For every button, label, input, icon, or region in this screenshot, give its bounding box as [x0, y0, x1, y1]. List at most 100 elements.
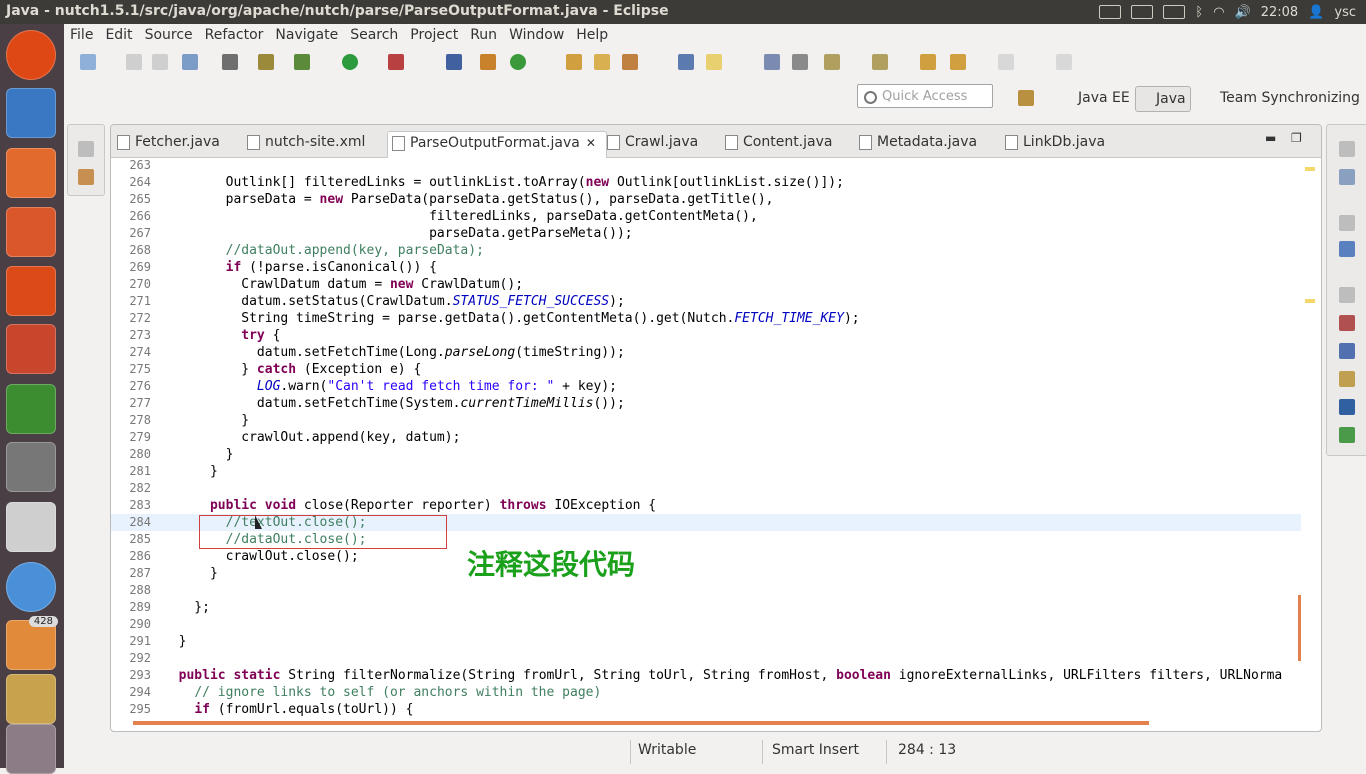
software-center-icon[interactable]: [6, 207, 56, 257]
forward-icon[interactable]: [998, 54, 1014, 70]
code-text[interactable]: crawlOut.close();: [163, 548, 359, 565]
debug-icon[interactable]: [294, 54, 310, 70]
code-line[interactable]: 291 }: [111, 633, 1301, 650]
whitespace-icon[interactable]: [792, 54, 808, 70]
save-icon[interactable]: [126, 54, 142, 70]
overview-marker[interactable]: [1305, 299, 1315, 303]
keyboard-icon[interactable]: [1099, 5, 1122, 19]
code-line[interactable]: 281 }: [111, 463, 1301, 480]
code-line[interactable]: 268 //dataOut.append(key, parseData);: [111, 242, 1301, 259]
code-text[interactable]: parseData.getParseMeta());: [163, 225, 633, 242]
code-line[interactable]: 264 Outlink[] filteredLinks = outlinkLis…: [111, 174, 1301, 191]
perspective-team-sync[interactable]: Team Synchronizing: [1200, 86, 1360, 110]
menu-file[interactable]: File: [64, 24, 99, 48]
tab-fetcher[interactable]: Fetcher.java: [113, 131, 220, 157]
code-line[interactable]: 294 // ignore links to self (or anchors …: [111, 684, 1301, 701]
bluetooth-icon[interactable]: ᛒ: [1195, 5, 1203, 20]
code-text[interactable]: public static String filterNormalize(Str…: [163, 667, 1283, 684]
overview-ruler[interactable]: [1299, 157, 1317, 717]
tab-linkdb[interactable]: LinkDb.java: [1001, 131, 1105, 157]
annotation-icon[interactable]: [678, 54, 694, 70]
open-folder-icon[interactable]: [594, 54, 610, 70]
restore-bottom-icon[interactable]: [1339, 287, 1355, 303]
code-line[interactable]: 276 LOG.warn("Can't read fetch time for:…: [111, 378, 1301, 395]
run-icon[interactable]: [342, 54, 358, 70]
battery-icon[interactable]: [1163, 5, 1186, 19]
chrome-icon[interactable]: [6, 562, 56, 612]
code-line[interactable]: 269 if (!parse.isCanonical()) {: [111, 259, 1301, 276]
package-explorer-icon[interactable]: [78, 169, 94, 185]
user-name[interactable]: ysc: [1334, 5, 1356, 20]
outline-icon[interactable]: [1339, 241, 1355, 257]
restore-icon[interactable]: [78, 141, 94, 157]
overview-marker[interactable]: [1305, 167, 1315, 171]
tab-metadata[interactable]: Metadata.java: [855, 131, 977, 157]
restore-outline2-icon[interactable]: [1339, 215, 1355, 231]
ubuntu-one-icon[interactable]: [6, 266, 56, 316]
code-text[interactable]: };: [163, 599, 210, 616]
menu-project[interactable]: Project: [404, 24, 464, 48]
text-editor-icon[interactable]: [6, 502, 56, 552]
open-perspective-icon[interactable]: [1018, 90, 1034, 106]
code-line[interactable]: 289 };: [111, 599, 1301, 616]
update-icon[interactable]: 428: [6, 616, 58, 670]
code-line[interactable]: 279 crawlOut.append(key, datum);: [111, 429, 1301, 446]
prev-annotation-icon[interactable]: [872, 54, 888, 70]
clock[interactable]: 22:08: [1261, 5, 1298, 20]
menu-window[interactable]: Window: [503, 24, 570, 48]
settings-icon[interactable]: [6, 324, 56, 374]
minimize-icon[interactable]: ▬: [1265, 131, 1276, 145]
code-line[interactable]: 295 if (fromUrl.equals(toUrl)) {: [111, 701, 1301, 718]
servers-icon[interactable]: [1339, 427, 1355, 443]
wifi-icon[interactable]: ◠: [1213, 5, 1224, 20]
print-icon[interactable]: [182, 54, 198, 70]
next-annotation-icon[interactable]: [824, 54, 840, 70]
menu-source[interactable]: Source: [139, 24, 199, 48]
code-text[interactable]: public void close(Reporter reporter) thr…: [163, 497, 656, 514]
menu-search[interactable]: Search: [344, 24, 404, 48]
perspective-java[interactable]: Java: [1135, 86, 1191, 112]
task-list-icon[interactable]: [1339, 169, 1355, 185]
code-area[interactable]: 263 264 Outlink[] filteredLinks = outlink…: [111, 157, 1301, 721]
code-line[interactable]: 267 parseData.getParseMeta());: [111, 225, 1301, 242]
menu-edit[interactable]: Edit: [99, 24, 138, 48]
toggle-block-icon[interactable]: [764, 54, 780, 70]
problems-icon[interactable]: [1339, 315, 1355, 331]
volume-icon[interactable]: 🔊: [1235, 5, 1251, 20]
code-text[interactable]: //dataOut.append(key, parseData);: [163, 242, 484, 259]
console-icon[interactable]: [1339, 399, 1355, 415]
menu-navigate[interactable]: Navigate: [269, 24, 344, 48]
ubuntu-icon[interactable]: [6, 30, 56, 80]
back-icon[interactable]: [950, 54, 966, 70]
declaration-icon[interactable]: [1339, 371, 1355, 387]
code-text[interactable]: datum.setFetchTime(System.currentTimeMil…: [163, 395, 625, 412]
code-line[interactable]: 286 crawlOut.close();: [111, 548, 1301, 565]
code-line[interactable]: 263: [111, 157, 1301, 174]
code-line[interactable]: 275 } catch (Exception e) {: [111, 361, 1301, 378]
code-text[interactable]: Outlink[] filteredLinks = outlinkList.to…: [163, 174, 844, 191]
code-text[interactable]: filteredLinks, parseData.getContentMeta(…: [163, 208, 758, 225]
code-text[interactable]: }: [163, 633, 187, 650]
code-text[interactable]: }: [163, 412, 249, 429]
code-text[interactable]: CrawlDatum datum = new CrawlDatum();: [163, 276, 523, 293]
code-line[interactable]: 292: [111, 650, 1301, 667]
code-line[interactable]: 282: [111, 480, 1301, 497]
perspective-java-ee[interactable]: Java EE: [1058, 86, 1130, 110]
files-icon[interactable]: [6, 148, 56, 198]
debug-server-icon[interactable]: [258, 54, 274, 70]
last-edit-icon[interactable]: [920, 54, 936, 70]
code-line[interactable]: 278 }: [111, 412, 1301, 429]
mail-icon[interactable]: [1131, 5, 1154, 19]
code-line[interactable]: 273 try {: [111, 327, 1301, 344]
code-line[interactable]: 270 CrawlDatum datum = new CrawlDatum();: [111, 276, 1301, 293]
build-icon[interactable]: [222, 54, 238, 70]
tab-nutch-site[interactable]: nutch-site.xml: [243, 131, 365, 157]
screenshot-icon[interactable]: [6, 674, 56, 724]
new-icon[interactable]: [80, 54, 96, 70]
code-text[interactable]: // ignore links to self (or anchors with…: [163, 684, 601, 701]
code-text[interactable]: try {: [163, 327, 280, 344]
javadoc-icon[interactable]: [1339, 343, 1355, 359]
code-text[interactable]: String timeString = parse.getData().getC…: [163, 310, 859, 327]
code-line[interactable]: 290: [111, 616, 1301, 633]
code-line[interactable]: 265 parseData = new ParseData(parseData.…: [111, 191, 1301, 208]
